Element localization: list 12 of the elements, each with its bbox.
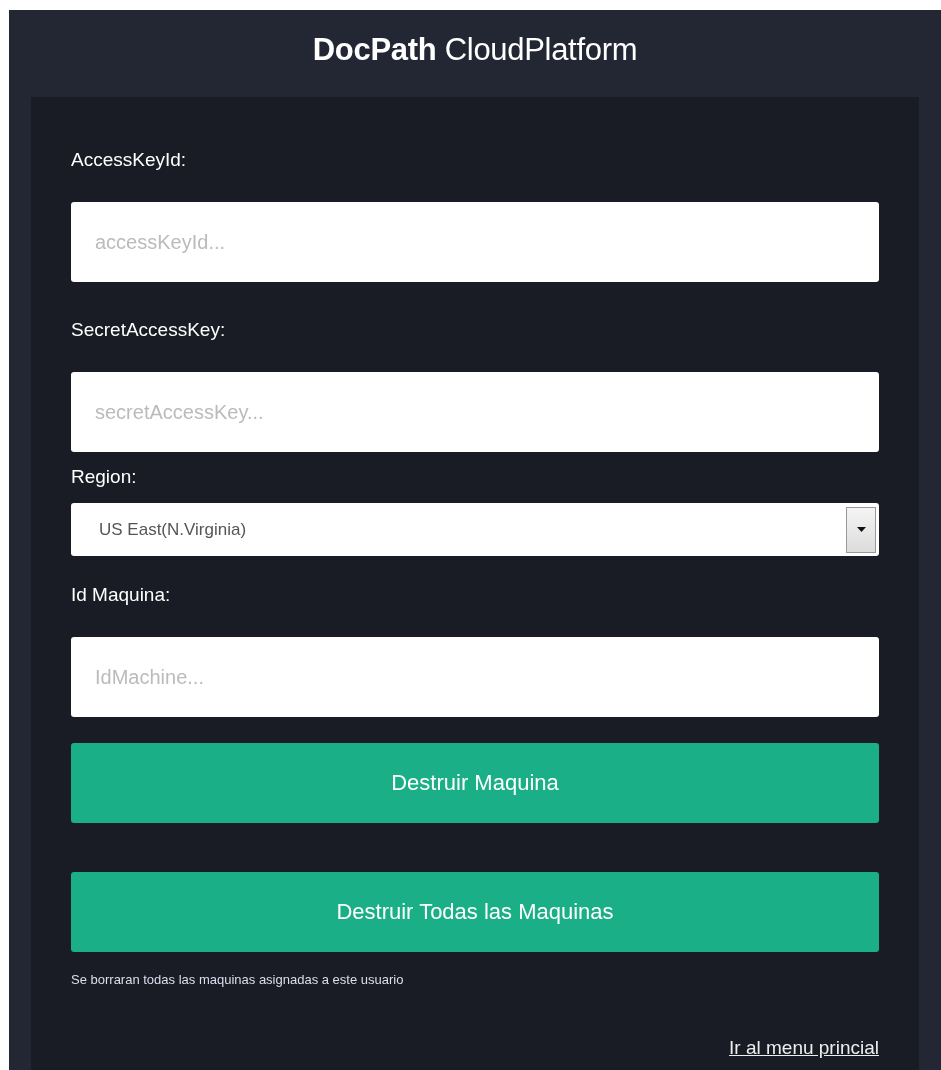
input-field[interactable]: accessKeyId... bbox=[71, 202, 879, 282]
input-field[interactable]: IdMachine... bbox=[71, 637, 879, 717]
main-menu-link[interactable]: Ir al menu princial bbox=[729, 1037, 879, 1059]
warning-note: Se borraran todas las maquinas asignadas a este usuario bbox=[71, 972, 404, 987]
region-dropdown[interactable]: US East(N.Virginia) bbox=[71, 503, 879, 556]
field-label: Id Maquina: bbox=[71, 584, 171, 607]
field-label: AccessKeyId: bbox=[71, 149, 187, 172]
input-field[interactable]: secretAccessKey... bbox=[71, 372, 879, 452]
field-label: Region: bbox=[71, 466, 137, 489]
field-label: SecretAccessKey: bbox=[71, 319, 226, 342]
app-title: DocPath CloudPlatform bbox=[312, 32, 638, 68]
dropdown-arrow-icon bbox=[856, 527, 866, 532]
